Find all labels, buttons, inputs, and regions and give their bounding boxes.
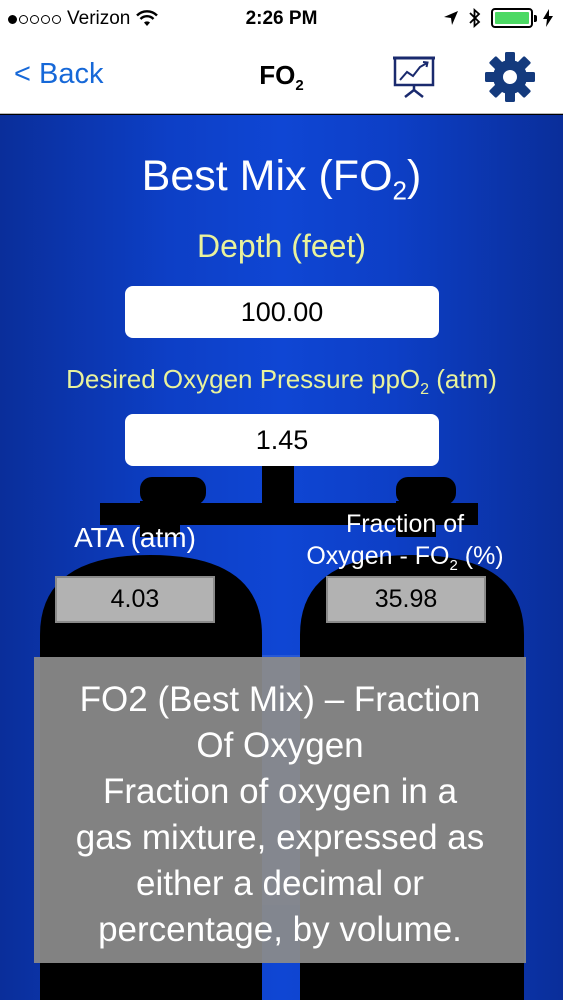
location-arrow-icon bbox=[444, 11, 458, 25]
battery-icon bbox=[491, 8, 537, 28]
tooltip-line: either a decimal or bbox=[136, 864, 424, 903]
fo2-output: 35.98 bbox=[326, 576, 486, 623]
back-button[interactable]: < Back bbox=[14, 58, 103, 91]
tooltip-line: Fraction of oxygen in a bbox=[102, 772, 458, 811]
bluetooth-icon bbox=[469, 8, 481, 28]
charging-bolt-icon bbox=[543, 9, 553, 27]
navigation-bar: < Back FO2 bbox=[0, 38, 563, 114]
tooltip-line: gas mixture, expressed as bbox=[75, 818, 485, 857]
depth-input[interactable] bbox=[125, 286, 439, 338]
info-tooltip[interactable]: FO2 (Best Mix) – Fraction Of Oxygen Frac… bbox=[34, 657, 526, 963]
ata-label: ATA (atm) bbox=[74, 522, 196, 553]
screen-heading: Best Mix (FO2) bbox=[141, 152, 422, 206]
ppo2-label: Desired Oxygen Pressure ppO2 (atm) bbox=[66, 364, 497, 399]
status-bar: Verizon 2:26 PM bbox=[0, 0, 563, 38]
signal-strength-icon bbox=[8, 14, 61, 24]
gear-icon[interactable] bbox=[484, 51, 536, 103]
fo2-label: Fraction of Oxygen - FO2 (%) bbox=[306, 510, 504, 574]
depth-label: Depth (feet) bbox=[197, 228, 366, 264]
ata-output: 4.03 bbox=[55, 576, 215, 623]
ppo2-input[interactable] bbox=[125, 414, 439, 466]
presentation-chart-icon[interactable] bbox=[392, 54, 436, 98]
carrier-name: Verizon bbox=[67, 8, 131, 29]
tooltip-line: FO2 (Best Mix) – Fraction bbox=[79, 680, 481, 719]
wifi-icon bbox=[136, 10, 159, 26]
tooltip-line: percentage, by volume. bbox=[98, 910, 462, 949]
main-content: Best Mix (FO2) Depth (feet) Desired Oxyg… bbox=[0, 115, 563, 1000]
tooltip-line: Of Oxygen bbox=[196, 726, 364, 765]
